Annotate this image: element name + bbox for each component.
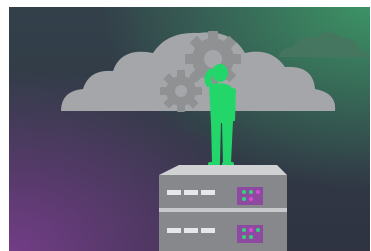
server-slot: [201, 190, 215, 195]
illustration-svg: [9, 7, 370, 251]
illustration: [9, 7, 370, 251]
server-slot: [201, 228, 215, 233]
image-frame: [0, 0, 371, 251]
server-led: [242, 235, 246, 239]
server-led: [249, 228, 253, 232]
server-slot: [184, 190, 198, 195]
server-led-panel: [237, 187, 263, 205]
server-icon: [159, 165, 287, 251]
server-slot: [167, 190, 181, 195]
server-led: [242, 190, 246, 194]
gear-small-icon: [160, 70, 202, 112]
server-led: [249, 235, 253, 239]
server-slot: [167, 228, 181, 233]
server-led-panel: [237, 225, 263, 243]
server-divider: [159, 208, 287, 212]
server-top-face: [159, 165, 287, 175]
server-led: [256, 190, 260, 194]
server-led: [249, 197, 253, 201]
server-led: [256, 228, 260, 232]
server-led: [242, 228, 246, 232]
server-slot: [184, 228, 198, 233]
server-led: [242, 197, 246, 201]
server-led: [249, 190, 253, 194]
